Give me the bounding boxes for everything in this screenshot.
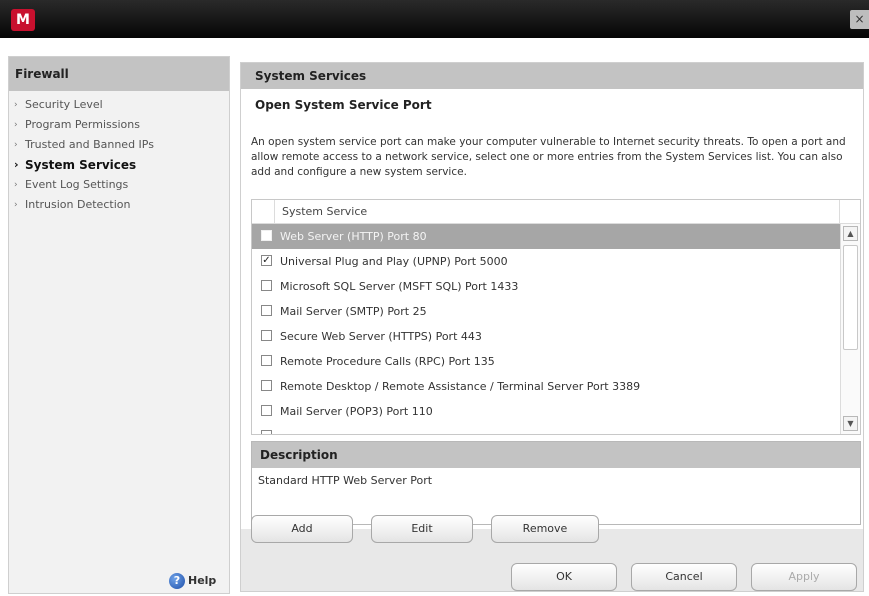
title-bar: M × [0,0,869,38]
section-title: System Services [241,63,863,89]
list-item[interactable]: Secure Web Server (HTTPS) Port 443 [252,324,842,349]
cancel-button[interactable]: Cancel [631,563,737,591]
help-icon: ? [169,573,185,589]
service-checkbox[interactable] [261,305,272,316]
service-label: Remote Procedure Calls (RPC) Port 135 [280,355,495,368]
sidebar-item-event-log-settings[interactable]: › Event Log Settings [9,175,229,195]
sidebar-item-label: Security Level [25,98,103,111]
scroll-down-icon[interactable]: ▼ [843,416,858,431]
list-header: System Service [252,200,860,224]
header-corner [839,200,860,223]
list-item[interactable]: ✓ Universal Plug and Play (UPNP) Port 500… [252,249,842,274]
service-label: Mail Server (SMTP) Port 25 [280,305,427,318]
service-checkbox[interactable] [261,405,272,416]
service-checkbox[interactable] [261,355,272,366]
sidebar-nav: › Security Level › Program Permissions › Trus… [9,91,229,215]
apply-button[interactable]: Apply [751,563,857,591]
description-text: Standard HTTP Web Server Port [258,474,433,487]
service-checkbox[interactable] [261,230,272,241]
list-item[interactable]: Mail Server (SMTP) Port 25 [252,299,842,324]
column-header-system-service[interactable]: System Service [282,200,367,224]
chevron-right-icon: › [14,180,18,190]
list-item[interactable]: Mail Server (POP3) Port 110 [252,399,842,424]
content-area: Open System Service Port An open system … [241,89,863,529]
chevron-right-icon: › [14,200,18,210]
service-checkbox[interactable] [261,330,272,341]
list-rows: Web Server (HTTP) Port 80 ✓ Universal Plug… [252,224,842,434]
service-label: Mail Server (POP3) Port 110 [280,405,433,418]
list-item[interactable]: Remote Procedure Calls (RPC) Port 135 [252,349,842,374]
sidebar-item-label: Program Permissions [25,118,140,131]
chevron-right-icon: › [14,158,19,171]
add-button[interactable]: Add [251,515,353,543]
sidebar-item-intrusion-detection[interactable]: › Intrusion Detection [9,195,229,215]
close-icon[interactable]: × [850,10,869,29]
sidebar-item-label: Event Log Settings [25,178,129,191]
intro-text: An open system service port can make you… [251,136,846,178]
service-checkbox[interactable] [261,430,272,434]
service-checkbox[interactable]: ✓ [261,255,272,266]
list-item[interactable]: Remote Desktop / Remote Assistance / Ter… [252,374,842,399]
scrollbar[interactable]: ▲ ▼ [840,224,860,434]
service-label: Universal Plug and Play (UPNP) Port 5000 [280,255,508,268]
service-label: Secure Web Server (HTTPS) Port 443 [280,330,482,343]
list-item[interactable]: Web Server (HTTP) Port 80 [252,224,842,249]
sidebar-item-label: System Services [25,158,137,172]
ok-button[interactable]: OK [511,563,617,591]
column-separator [274,200,275,224]
list-item[interactable] [252,424,842,434]
sidebar-item-security-level[interactable]: › Security Level [9,95,229,115]
help-link[interactable]: ? Help [169,571,216,591]
scroll-up-icon[interactable]: ▲ [843,226,858,241]
service-checkbox[interactable] [261,280,272,291]
sidebar-item-program-permissions[interactable]: › Program Permissions [9,115,229,135]
sidebar-item-label: Intrusion Detection [25,198,131,211]
chevron-right-icon: › [14,140,18,150]
service-label: Web Server (HTTP) Port 80 [280,230,427,243]
sidebar-item-label: Trusted and Banned IPs [25,138,154,151]
page-subtitle: Open System Service Port [255,98,432,112]
scroll-thumb[interactable] [843,245,858,350]
chevron-right-icon: › [14,120,18,130]
description-header: Description [252,442,860,468]
service-label: Microsoft SQL Server (MSFT SQL) Port 143… [280,280,519,293]
sidebar-title: Firewall [9,57,229,91]
service-label: Remote Desktop / Remote Assistance / Ter… [280,380,641,393]
description-panel: Description Standard HTTP Web Server Por… [251,441,861,525]
remove-button[interactable]: Remove [491,515,599,543]
mcafee-logo-icon: M [11,9,35,31]
sidebar-item-trusted-banned-ips[interactable]: › Trusted and Banned IPs [9,135,229,155]
help-label: Help [188,574,217,587]
sidebar: Firewall › Security Level › Program Permiss… [8,56,230,594]
list-item[interactable]: Microsoft SQL Server (MSFT SQL) Port 143… [252,274,842,299]
service-checkbox[interactable] [261,380,272,391]
main-panel: System Services Open System Service Port… [240,62,864,592]
sidebar-item-system-services[interactable]: › System Services [9,155,229,175]
system-services-list[interactable]: System Service Web Server (HTTP) Port 80… [251,199,861,435]
chevron-right-icon: › [14,100,18,110]
edit-button[interactable]: Edit [371,515,473,543]
